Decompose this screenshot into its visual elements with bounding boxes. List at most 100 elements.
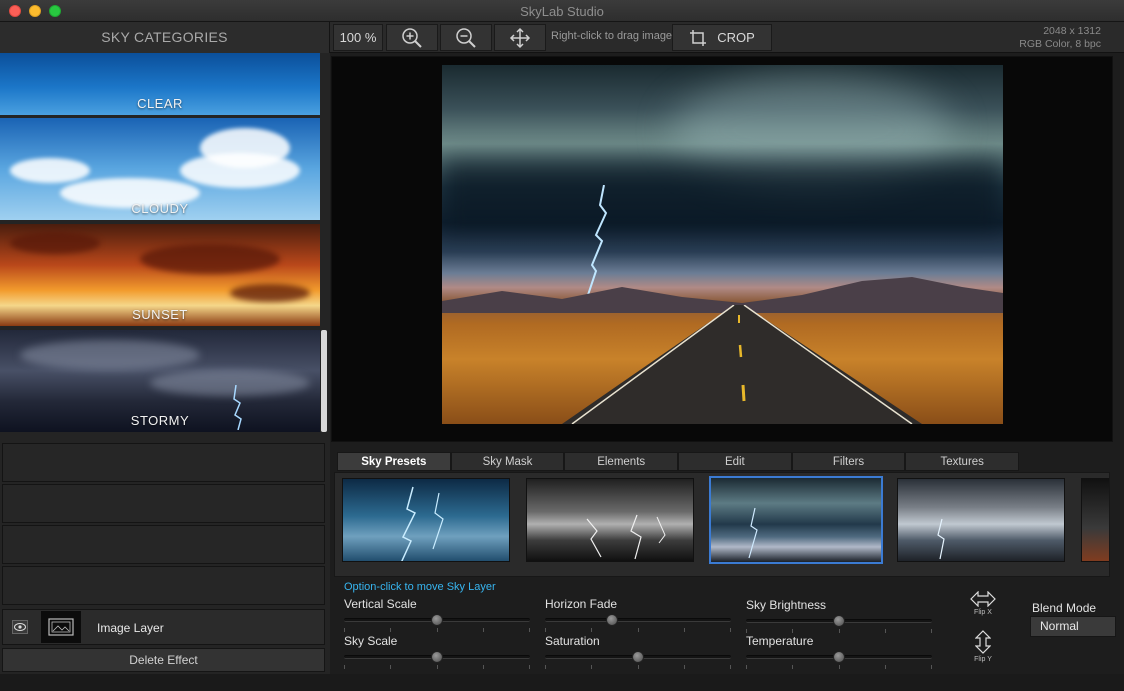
effect-slot[interactable]	[2, 484, 325, 523]
slider-tick	[344, 665, 345, 669]
slider-ticks	[746, 629, 932, 633]
sky-preset-thumbnail-selected[interactable]	[709, 476, 883, 564]
blend-mode-label: Blend Mode	[1032, 601, 1097, 615]
effect-slot[interactable]	[2, 443, 325, 482]
sky-preset-strip	[334, 472, 1110, 577]
saturation-slider[interactable]	[545, 651, 731, 669]
horizon-fade-label: Horizon Fade	[545, 597, 618, 611]
image-color-info: RGB Color, 8 bpc	[1019, 38, 1101, 50]
sky-preset-thumbnail[interactable]	[342, 478, 510, 562]
zoom-level-display[interactable]: 100 %	[333, 24, 383, 51]
eye-icon[interactable]	[12, 620, 28, 634]
lightning-bolt-icon	[401, 486, 444, 561]
slider-tick	[730, 628, 731, 632]
slider-tick	[545, 665, 546, 669]
effect-slot[interactable]	[2, 566, 325, 605]
slider-tick	[931, 629, 932, 633]
lightning-bolt-icon	[748, 507, 758, 559]
tab-elements[interactable]: Elements	[564, 452, 679, 471]
slider-knob[interactable]	[431, 651, 443, 663]
title-bar: SkyLab Studio	[0, 0, 1124, 22]
tab-edit[interactable]: Edit	[678, 452, 792, 471]
slider-knob[interactable]	[632, 651, 644, 663]
crop-icon	[690, 29, 707, 46]
crop-button[interactable]: CROP	[672, 24, 772, 51]
tab-sky-mask[interactable]: Sky Mask	[450, 452, 565, 471]
category-clear[interactable]: CLEAR	[0, 53, 320, 115]
effect-slot[interactable]	[2, 525, 325, 564]
category-sunset[interactable]: SUNSET	[0, 224, 320, 326]
window-title: SkyLab Studio	[520, 4, 604, 19]
category-cloudy[interactable]: CLOUDY	[0, 118, 320, 220]
slider-knob[interactable]	[833, 651, 845, 663]
slider-tick	[529, 665, 530, 669]
cloud-shape	[180, 153, 300, 188]
image-layer-row[interactable]: Image Layer	[2, 609, 325, 645]
flip-y-label: Flip Y	[974, 656, 992, 663]
slider-tick	[638, 628, 639, 632]
category-label: CLOUDY	[131, 201, 189, 216]
slider-tick	[591, 665, 592, 669]
horizon-fade-slider[interactable]	[545, 614, 731, 632]
tab-textures[interactable]: Textures	[905, 452, 1020, 471]
slider-ticks	[344, 665, 530, 669]
crop-label: CROP	[717, 30, 755, 45]
layer-name: Image Layer	[97, 621, 164, 635]
zoom-out-icon	[456, 27, 476, 48]
slider-knob[interactable]	[605, 614, 618, 626]
slider-tick	[344, 628, 345, 632]
slider-ticks	[746, 665, 932, 669]
vertical-scale-label: Vertical Scale	[344, 597, 417, 611]
move-tool-button[interactable]	[494, 24, 546, 51]
saturation-control: Saturation	[545, 634, 733, 669]
slider-tick	[746, 665, 747, 669]
horizon-fade-control: Horizon Fade	[545, 597, 733, 632]
slider-knob[interactable]	[431, 614, 443, 626]
slider-tick	[684, 628, 685, 632]
category-label: SUNSET	[132, 307, 188, 322]
move-sky-hint: Option-click to move Sky Layer	[344, 581, 496, 593]
saturation-label: Saturation	[545, 634, 600, 648]
delete-effect-button[interactable]: Delete Effect	[2, 648, 325, 672]
flip-x-button[interactable]: Flip X	[968, 591, 998, 629]
cloud-shape	[230, 284, 310, 302]
sky-brightness-label: Sky Brightness	[746, 598, 827, 612]
category-scrollbar[interactable]	[321, 330, 327, 432]
sky-preset-thumbnail[interactable]	[897, 478, 1065, 562]
storm-cloud-band	[442, 160, 1003, 230]
tab-filters[interactable]: Filters	[791, 452, 906, 471]
flip-y-button[interactable]: Flip Y	[968, 630, 998, 668]
sky-categories-panel: CLEAR CLOUDY SUNSET STORMY Image Layer D…	[0, 53, 330, 691]
tab-sky-presets[interactable]: Sky Presets	[337, 452, 451, 471]
zoom-out-button[interactable]	[440, 24, 492, 51]
sky-scale-slider[interactable]	[344, 651, 530, 669]
slider-tick	[792, 665, 793, 669]
slider-tick	[591, 628, 592, 632]
lightning-bolt-icon	[586, 514, 666, 560]
category-label: CLEAR	[137, 96, 183, 111]
edited-photo	[442, 65, 1003, 424]
temperature-slider[interactable]	[746, 651, 932, 669]
category-stormy[interactable]: STORMY	[0, 330, 320, 432]
slider-ticks	[344, 628, 530, 632]
move-arrows-icon	[509, 27, 531, 48]
image-canvas[interactable]	[331, 56, 1113, 442]
cloud-shape	[10, 232, 100, 254]
sky-preset-thumbnail[interactable]	[1081, 478, 1109, 562]
status-bar	[0, 674, 1124, 691]
sky-categories-title: SKY CATEGORIES	[0, 22, 330, 53]
blend-mode-select[interactable]: Normal	[1030, 616, 1116, 637]
zoom-in-button[interactable]	[386, 24, 438, 51]
category-label: STORMY	[130, 413, 190, 428]
vertical-scale-slider[interactable]	[344, 614, 530, 632]
sky-brightness-control: Sky Brightness	[746, 598, 934, 633]
sky-preset-thumbnail[interactable]	[526, 478, 694, 562]
temperature-label: Temperature	[746, 634, 814, 648]
slider-knob[interactable]	[833, 615, 845, 627]
sky-brightness-slider[interactable]	[746, 615, 932, 633]
slider-tick	[529, 628, 530, 632]
slider-tick	[885, 665, 886, 669]
slider-ticks	[545, 628, 731, 632]
slider-tick	[792, 629, 793, 633]
tab-bar: Sky Presets Sky Mask Elements Edit Filte…	[337, 452, 1020, 471]
